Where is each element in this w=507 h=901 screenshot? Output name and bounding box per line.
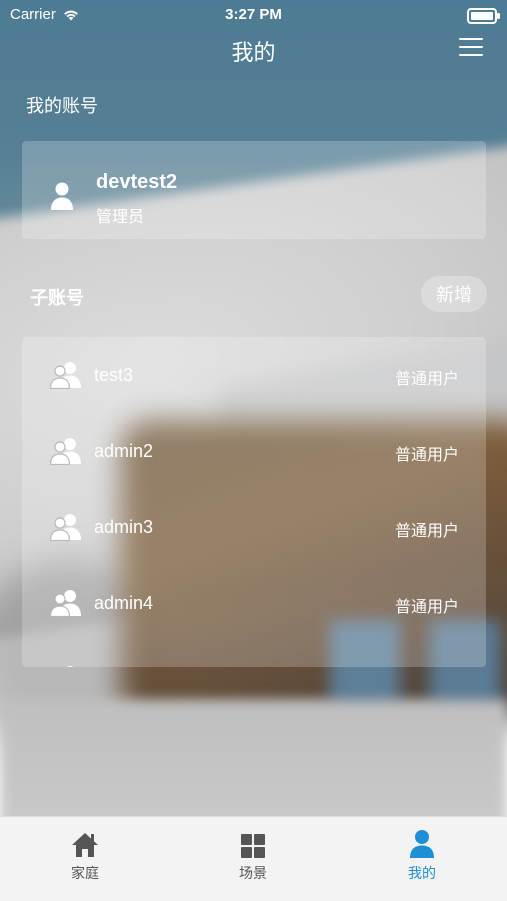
person-icon <box>410 830 434 858</box>
subaccount-role: 普通用户 <box>394 523 459 540</box>
subaccount-name: admin2 <box>94 441 154 461</box>
status-bar: Carrier 3:27 PM <box>0 0 507 28</box>
subaccount-list: test3 普通用户 admin2 普通用户 admin3 普通用户 admin… <box>22 337 486 667</box>
battery-icon <box>467 8 500 24</box>
subaccount-name: admin4 <box>94 593 154 613</box>
tab-home-label: 家庭 <box>71 865 99 881</box>
tab-bar: 家庭 场景 我的 <box>0 816 507 901</box>
account-username: devtest2 <box>96 171 178 193</box>
list-item[interactable]: admin4 普通用户 <box>22 565 486 641</box>
users-icon <box>50 590 81 617</box>
menu-icon[interactable] <box>459 38 483 60</box>
status-time: 3:27 PM <box>225 6 282 23</box>
subaccount-name: test3 <box>94 365 134 385</box>
nav-bar: 我的 <box>0 30 507 70</box>
list-item[interactable]: admin3 普通用户 <box>22 489 486 565</box>
person-icon <box>51 182 73 210</box>
list-item[interactable]: admin2 普通用户 <box>22 413 486 489</box>
users-icon <box>50 514 81 541</box>
subaccount-role: 普通用户 <box>394 599 459 616</box>
account-role: 管理员 <box>96 209 145 226</box>
users-icon <box>50 438 81 465</box>
grid-icon <box>241 834 265 858</box>
my-account-title: 我的账号 <box>26 96 98 116</box>
account-card[interactable]: devtest2 管理员 <box>22 141 486 239</box>
home-icon <box>72 833 98 857</box>
subaccounts-title: 子账号 <box>30 288 84 308</box>
tab-scenes[interactable]: 场景 <box>193 829 313 883</box>
tab-home[interactable]: 家庭 <box>25 829 145 883</box>
add-subaccount-button[interactable]: 新增 <box>421 276 487 312</box>
tab-mine-label: 我的 <box>408 865 436 881</box>
tab-scenes-label: 场景 <box>239 865 267 881</box>
subaccount-name: admin3 <box>94 517 154 537</box>
list-item-partial[interactable] <box>22 641 486 667</box>
subaccount-role: 普通用户 <box>394 371 459 388</box>
subaccount-role: 普通用户 <box>394 447 459 464</box>
users-icon <box>50 362 81 389</box>
tab-mine[interactable]: 我的 <box>362 829 482 883</box>
page-title: 我的 <box>231 40 276 65</box>
list-item[interactable]: test3 普通用户 <box>22 337 486 413</box>
users-icon <box>66 666 74 667</box>
